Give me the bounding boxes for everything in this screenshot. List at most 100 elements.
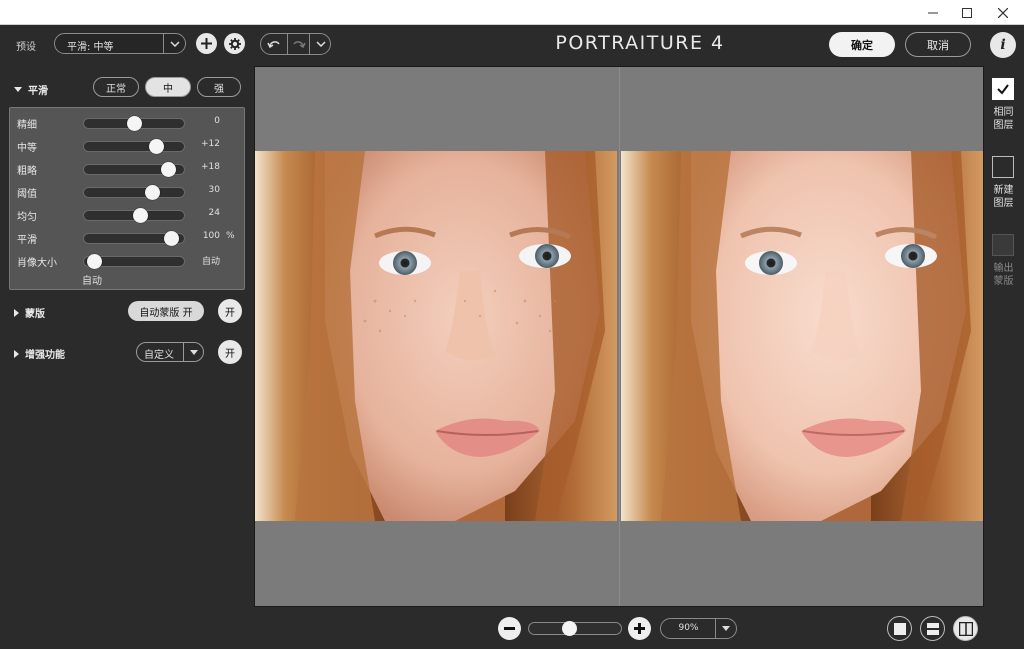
- slider-thumb[interactable]: [87, 254, 102, 269]
- strength-strong-button[interactable]: 强: [197, 77, 241, 97]
- auto-mask-button[interactable]: 自动蒙版 开: [128, 301, 204, 321]
- new-layer-text: 新建 图层: [993, 185, 1014, 209]
- output-mask-checkbox: [992, 234, 1014, 256]
- slider-row-uniform: 均匀 24: [10, 205, 246, 225]
- portrait-size-sublabel: 自动: [82, 276, 102, 287]
- output-mask-text: 输出 蒙版: [993, 263, 1014, 287]
- strength-medium-button[interactable]: 中: [145, 77, 191, 97]
- slider-value: 自动: [201, 257, 220, 267]
- before-preview-image: [255, 151, 617, 521]
- minimize-button[interactable]: [916, 0, 950, 25]
- slider-label: 肖像大小: [17, 258, 57, 269]
- expand-arrow-icon: [14, 308, 19, 317]
- same-layer-checkbox[interactable]: [992, 78, 1014, 100]
- slider-row-threshold: 阈值 30: [10, 182, 246, 202]
- uniform-slider[interactable]: [83, 208, 185, 223]
- new-layer-checkbox[interactable]: [992, 156, 1014, 178]
- zoom-value: 90%: [678, 623, 699, 633]
- slider-label: 中等: [17, 143, 37, 154]
- output-options-panel: 相同 图层 新建 图层 输出 蒙版: [985, 66, 1024, 649]
- enhancements-section-header[interactable]: 增强功能: [14, 346, 65, 361]
- close-icon: [998, 7, 1008, 18]
- info-button[interactable]: i: [990, 32, 1016, 58]
- preview-area[interactable]: [254, 66, 984, 607]
- after-preview-image: [621, 151, 983, 521]
- add-preset-button[interactable]: [196, 33, 217, 54]
- minimize-icon: [928, 12, 938, 13]
- slider-value: 30: [208, 185, 220, 195]
- split-horizontal-button[interactable]: [920, 616, 945, 641]
- slider-row-coarse: 粗略 +18: [10, 159, 246, 179]
- settings-panel: 平滑 正常 中 强 精细 0 中等 +12 粗略 +18 阈值 30 均匀 24: [0, 66, 253, 649]
- slider-thumb[interactable]: [161, 162, 176, 177]
- split-horizontal-icon: [926, 622, 939, 635]
- top-toolbar: 预设 平滑: 中等 PORTRAITURE 4 确定 取消 i: [0, 26, 1024, 64]
- slider-thumb[interactable]: [149, 139, 164, 154]
- zoom-dropdown[interactable]: 90%: [660, 618, 737, 639]
- enhancements-value: 自定义: [144, 350, 174, 361]
- slider-value: +12: [201, 139, 220, 149]
- slider-label: 平滑: [17, 235, 37, 246]
- enhancements-toggle[interactable]: 开: [218, 340, 242, 364]
- cancel-button[interactable]: 取消: [905, 32, 971, 57]
- caret-down-icon: [183, 343, 203, 361]
- chevron-down-icon: [163, 34, 185, 53]
- checkmark-icon: [997, 84, 1009, 95]
- preset-label: 预设: [16, 42, 36, 53]
- history-dropdown[interactable]: [309, 34, 331, 54]
- mask-title: 蒙版: [25, 309, 45, 320]
- split-divider[interactable]: [619, 67, 620, 606]
- slider-thumb[interactable]: [127, 116, 142, 131]
- redo-button[interactable]: [287, 34, 309, 54]
- slider-thumb[interactable]: [133, 208, 148, 223]
- history-controls: [260, 33, 331, 55]
- preset-settings-button[interactable]: [224, 33, 245, 54]
- preset-value: 平滑: 中等: [67, 42, 114, 53]
- gear-icon: [228, 37, 241, 50]
- close-button[interactable]: [986, 0, 1020, 25]
- slider-row-medium: 中等 +12: [10, 136, 246, 156]
- medium-slider[interactable]: [83, 139, 185, 154]
- smoothing-title: 平滑: [28, 86, 48, 97]
- single-view-icon: [893, 622, 906, 635]
- maximize-icon: [962, 7, 972, 18]
- undo-button[interactable]: [261, 34, 287, 54]
- smoothing-section-header[interactable]: 平滑: [14, 82, 48, 97]
- zoom-out-button[interactable]: [498, 617, 521, 640]
- coarse-slider[interactable]: [83, 162, 185, 177]
- mask-section-header[interactable]: 蒙版: [14, 305, 45, 320]
- same-layer-text: 相同 图层: [993, 107, 1014, 131]
- app-title: PORTRAITURE 4: [555, 32, 725, 54]
- single-view-button[interactable]: [887, 616, 912, 641]
- ok-button[interactable]: 确定: [829, 32, 895, 57]
- same-layer-label: 相同 图层: [985, 106, 1022, 132]
- new-layer-label: 新建 图层: [985, 184, 1022, 210]
- zoom-slider[interactable]: [528, 621, 622, 636]
- portrait-size-slider[interactable]: [83, 254, 185, 269]
- collapse-arrow-icon: [14, 87, 22, 92]
- slider-value: 0: [214, 116, 220, 126]
- output-mask-label: 输出 蒙版: [985, 262, 1022, 288]
- enhancements-dropdown[interactable]: 自定义: [136, 342, 204, 362]
- threshold-slider[interactable]: [83, 185, 185, 200]
- strength-normal-button[interactable]: 正常: [93, 77, 139, 97]
- slider-row-fine: 精细 0: [10, 113, 246, 133]
- slider-thumb[interactable]: [164, 231, 179, 246]
- slider-label: 精细: [17, 120, 37, 131]
- split-vertical-button[interactable]: [953, 616, 978, 641]
- caret-down-icon: [715, 619, 736, 638]
- zoom-in-button[interactable]: [628, 617, 651, 640]
- slider-thumb[interactable]: [145, 185, 160, 200]
- redo-icon: [292, 41, 306, 49]
- fine-slider[interactable]: [83, 116, 185, 131]
- preset-dropdown[interactable]: 平滑: 中等: [54, 33, 186, 54]
- undo-icon: [267, 41, 280, 49]
- maximize-button[interactable]: [950, 0, 984, 25]
- smoothing-amount-slider[interactable]: [83, 231, 185, 246]
- slider-label: 粗略: [17, 166, 37, 177]
- chevron-down-icon: [315, 41, 326, 47]
- slider-label: 均匀: [17, 212, 37, 223]
- zoom-slider-thumb[interactable]: [562, 621, 577, 636]
- window-title-bar: [0, 0, 1024, 25]
- mask-toggle[interactable]: 开: [218, 299, 242, 323]
